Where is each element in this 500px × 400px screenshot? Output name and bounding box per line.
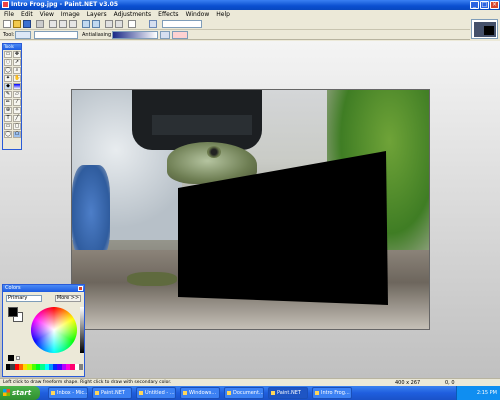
lasso-select-icon[interactable]: ◌ [4,59,12,66]
move-selection-icon[interactable]: ✥ [13,51,21,58]
thumbnail-preview [474,22,496,37]
menu-edit[interactable]: Edit [21,10,33,19]
menu-help[interactable]: Help [216,10,230,19]
clock: 2:15 PM [476,390,497,396]
taskbar-item[interactable]: Paint.NET [92,387,132,399]
zoom-tool-icon[interactable]: ⌕ [13,67,21,74]
system-tray: 2:15 PM [456,386,500,400]
freeform-shape-icon[interactable]: ⬠ [13,131,21,138]
redo-icon[interactable] [92,20,100,28]
menu-file[interactable]: File [4,10,14,19]
menu-layers[interactable]: Layers [87,10,107,19]
app-icon [2,1,9,8]
primary-color-swatch[interactable] [8,307,18,317]
rounded-rect-icon[interactable]: ▢ [13,123,21,130]
print-icon[interactable] [36,20,44,28]
status-bar: Left click to draw freeform shape. Right… [0,378,500,386]
taskbar-item[interactable]: Inbox - Mic... [48,387,88,399]
black-shape-overlay [178,151,388,305]
tool-label: Tool: [3,32,15,38]
more-colors-button[interactable]: More >> [55,295,81,302]
tool-selector[interactable] [15,31,31,39]
menu-image[interactable]: Image [61,10,80,19]
tool-options-bar: Tool: Antialiasing [0,30,470,40]
paintbrush-icon[interactable]: ✎ [4,91,12,98]
image-canvas[interactable] [71,89,430,330]
window-title: Intro Frog.jpg - Paint.NET v3.05 [11,1,119,8]
rectangle-select-icon[interactable]: ▭ [4,51,12,58]
taskbar: start Inbox - Mic... Paint.NET Untitled … [0,386,500,400]
taskbar-item[interactable]: Untitled - ... [136,387,176,399]
gradient-icon[interactable] [13,83,21,90]
paint-bucket-icon[interactable]: ◆ [4,83,12,90]
move-selected-icon[interactable]: ➚ [13,59,21,66]
save-icon[interactable] [23,20,31,28]
shape-type-icon[interactable] [172,31,188,39]
brush-width-field[interactable] [34,31,78,39]
minimize-button[interactable]: _ [470,1,479,9]
tools-window: Tools ▭ ✥ ◌ ➚ ◯ ⌕ ✦ ✋ ◆ ✎ ▱ ✏ ⁄ ⊕ ✧ T ╱ … [2,43,22,150]
title-bar: Intro Frog.jpg - Paint.NET v3.05 _ □ × [0,0,500,10]
image-thumbnail-tab[interactable] [471,19,498,39]
color-wheel[interactable] [31,307,77,353]
cut-icon[interactable] [49,20,57,28]
pencil-icon[interactable]: ✏ [4,99,12,106]
undo-icon[interactable] [82,20,90,28]
menu-view[interactable]: View [40,10,54,19]
main-toolbar [0,19,470,30]
pan-tool-icon[interactable]: ✋ [13,75,21,82]
reset-colors-icon[interactable] [8,355,14,361]
antialias-label: Antialiasing [82,32,112,38]
line-tool-icon[interactable]: ╱ [13,115,21,122]
clone-stamp-icon[interactable]: ⊕ [4,107,12,114]
rectangle-tool-icon[interactable]: ▭ [4,123,12,130]
text-tool-icon[interactable]: T [4,115,12,122]
magic-wand-icon[interactable]: ✦ [4,75,12,82]
ellipse-tool-icon[interactable]: ◯ [4,131,12,138]
open-folder-icon[interactable] [13,20,21,28]
menu-window[interactable]: Window [186,10,210,19]
crop-icon[interactable] [105,20,113,28]
status-text: Left click to draw freeform shape. Right… [3,380,172,385]
color-palette [6,364,84,370]
value-slider[interactable] [80,307,84,353]
menu-adjustments[interactable]: Adjustments [114,10,152,19]
colors-close-button[interactable] [78,286,83,291]
palette-swatch[interactable] [78,364,84,370]
ellipse-select-icon[interactable]: ◯ [4,67,12,74]
paste-icon[interactable] [69,20,77,28]
color-mode-field[interactable] [112,31,158,39]
zoom-icon[interactable] [128,20,136,28]
deselect-icon[interactable] [115,20,123,28]
grid-icon[interactable] [149,20,157,28]
taskbar-item[interactable]: Intro Frog... [312,387,352,399]
colors-window-title: Colors [3,285,84,292]
eraser-icon[interactable]: ▱ [13,91,21,98]
maximize-button[interactable]: □ [480,1,489,9]
colors-window: Colors Primary More >> [2,284,85,377]
swap-colors-icon[interactable] [16,356,20,360]
menu-bar: File Edit View Image Layers Adjustments … [0,10,470,19]
color-mode-select[interactable]: Primary [6,295,42,302]
copy-icon[interactable] [59,20,67,28]
color-picker-icon[interactable]: ⁄ [13,99,21,106]
taskbar-item[interactable]: Document... [224,387,264,399]
close-button[interactable]: × [490,1,499,9]
start-button[interactable]: start [0,386,40,400]
new-file-icon[interactable] [3,20,11,28]
units-dropdown[interactable] [162,20,202,28]
blend-mode-icon[interactable] [160,31,170,39]
taskbar-item[interactable]: Windows... [180,387,220,399]
taskbar-item-active[interactable]: Paint.NET [268,387,308,399]
recolor-icon[interactable]: ✧ [13,107,21,114]
menu-effects[interactable]: Effects [158,10,178,19]
